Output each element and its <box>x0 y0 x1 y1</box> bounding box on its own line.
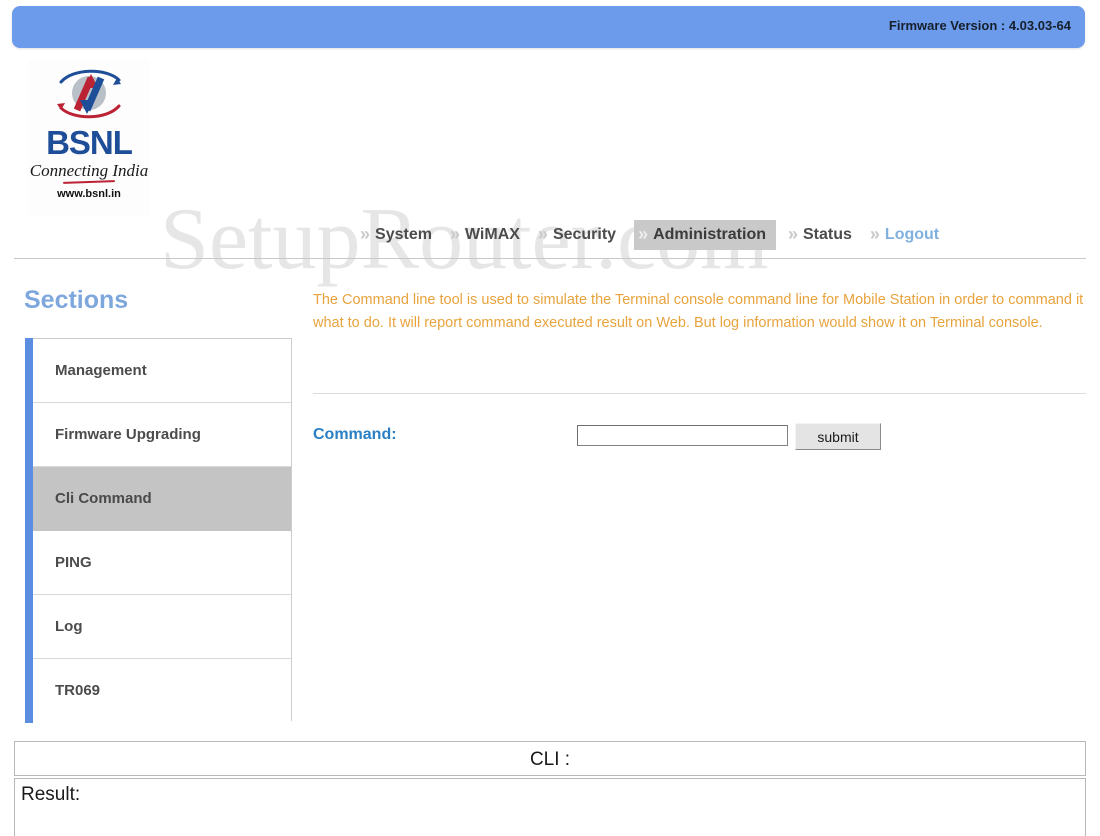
command-form-row: Command: submit <box>313 420 1093 460</box>
bsnl-globe-arrow-icon <box>53 66 125 124</box>
sidebar-item-management[interactable]: Management <box>33 339 291 403</box>
sidebar-item-label: TR069 <box>55 682 101 699</box>
submit-button[interactable]: submit <box>795 423 881 450</box>
bsnl-tagline-underline <box>62 180 116 184</box>
sidebar-item-label: Log <box>55 618 83 635</box>
nav-item-logout[interactable]: Logout <box>883 223 941 247</box>
sidebar-item-ping[interactable]: PING <box>33 531 291 595</box>
nav-group-wimax: » WiMAX <box>450 223 538 247</box>
result-label: Result: <box>21 784 81 805</box>
cli-output-header-box: CLI : <box>14 741 1086 776</box>
bsnl-tagline: Connecting India <box>29 161 149 180</box>
sidebar-item-firmware-upgrading[interactable]: Firmware Upgrading <box>33 403 291 467</box>
nav-item-wimax[interactable]: WiMAX <box>463 223 522 247</box>
sidebar-item-list: Management Firmware Upgrading Cli Comman… <box>33 338 292 723</box>
nav-group-security: » Security <box>538 223 634 247</box>
chevron-right-icon: » <box>449 224 460 244</box>
chevron-right-icon: » <box>869 224 880 244</box>
bsnl-website-text: www.bsnl.in <box>57 188 121 200</box>
command-input[interactable] <box>577 425 788 446</box>
main-navigation: » System» WiMAX» Security» Administration» St… <box>360 220 941 250</box>
page-description: The Command line tool is used to simulat… <box>313 292 1084 331</box>
result-output-box: Result: <box>14 778 1086 836</box>
nav-group-administration[interactable]: » Administration <box>634 220 776 250</box>
sidebar-accent-bar <box>25 338 33 723</box>
content-divider <box>313 393 1086 394</box>
command-label: Command: <box>313 426 397 443</box>
chevron-right-icon: » <box>360 224 371 244</box>
sections-heading: Sections <box>24 286 129 314</box>
chevron-right-icon: » <box>638 224 649 244</box>
firmware-version-bar: Firmware Version : 4.03.03-64 <box>12 6 1085 48</box>
sidebar-item-label: Management <box>55 362 147 379</box>
sidebar-item-tr069[interactable]: TR069 <box>33 659 291 723</box>
nav-item-administration[interactable]: Administration <box>651 223 768 247</box>
nav-divider <box>14 258 1086 259</box>
nav-item-system[interactable]: System <box>373 223 434 247</box>
cli-label: CLI : <box>529 749 571 770</box>
nav-item-security[interactable]: Security <box>551 223 618 247</box>
bsnl-logo: BSNL Connecting India www.bsnl.in <box>28 60 150 215</box>
chevron-right-icon: » <box>787 224 798 244</box>
nav-group-status: » Status <box>788 223 870 247</box>
nav-item-status[interactable]: Status <box>801 223 854 247</box>
sections-sidebar: Management Firmware Upgrading Cli Comman… <box>25 338 294 723</box>
sidebar-item-label: Cli Command <box>55 490 152 507</box>
sidebar-item-cli-command[interactable]: Cli Command <box>33 467 291 531</box>
nav-group-system: » System <box>360 223 450 247</box>
chevron-right-icon: » <box>537 224 548 244</box>
sidebar-item-label: Firmware Upgrading <box>55 426 201 443</box>
firmware-version-text: Firmware Version : 4.03.03-64 <box>888 18 1071 33</box>
nav-group-logout: » Logout <box>870 223 941 247</box>
bsnl-brand-text: BSNL <box>46 124 133 161</box>
sidebar-item-log[interactable]: Log <box>33 595 291 659</box>
sidebar-item-label: PING <box>55 554 92 571</box>
